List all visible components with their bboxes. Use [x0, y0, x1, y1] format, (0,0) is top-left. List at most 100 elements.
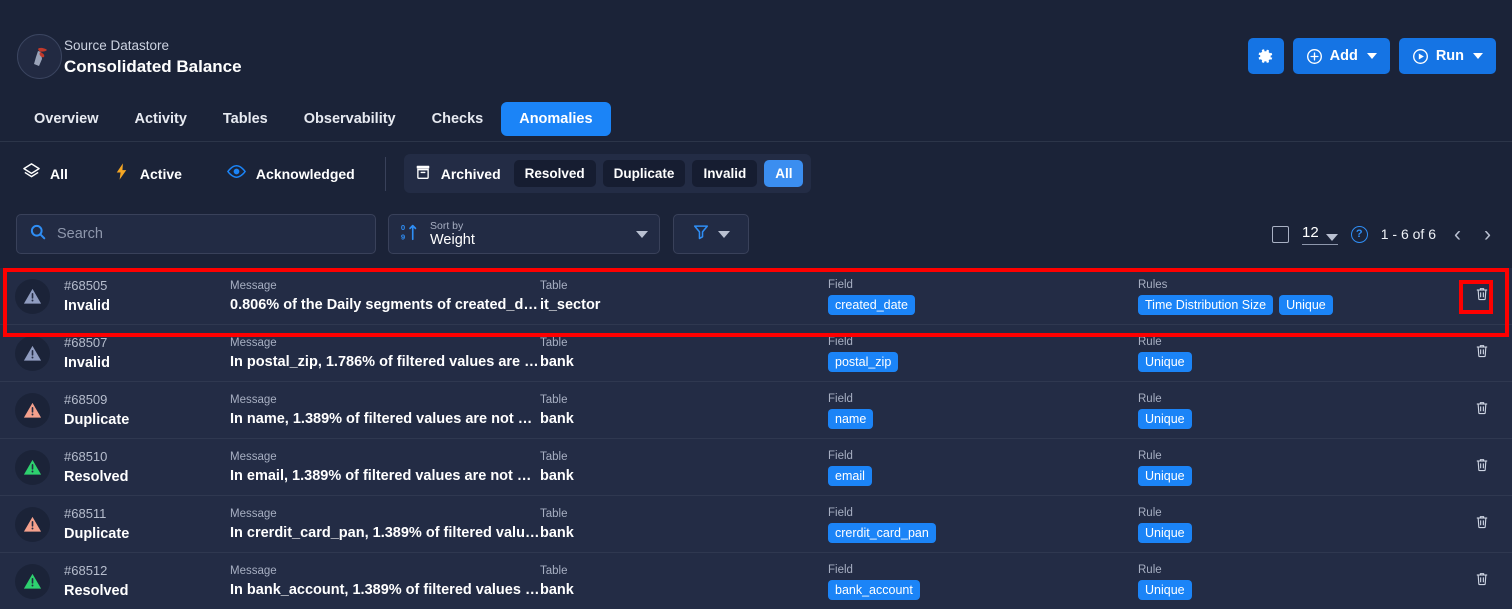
row-status-icon-cell [0, 449, 64, 485]
trash-icon[interactable] [1474, 343, 1490, 364]
message-header: Message [230, 507, 277, 520]
run-button-label: Run [1435, 48, 1464, 64]
rule-pill[interactable]: Unique [1138, 465, 1192, 486]
search-box[interactable] [16, 214, 376, 254]
chip-duplicate[interactable]: Duplicate [602, 160, 686, 187]
row-message-cell: Message In email, 1.389% of filtered val… [230, 450, 540, 485]
chevron-down-icon [1325, 233, 1338, 241]
rule-pill[interactable]: Unique [1279, 294, 1333, 315]
row-rules-cell: Rule Unique [1138, 449, 1452, 486]
status-badge [14, 392, 50, 428]
filter-funnel-button[interactable] [673, 214, 749, 254]
chip-all[interactable]: All [764, 160, 804, 187]
field-pill[interactable]: name [828, 408, 874, 429]
field-pill[interactable]: created_date [828, 294, 915, 315]
message-header: Message [230, 564, 277, 577]
run-button[interactable]: Run [1398, 38, 1496, 74]
page-title: Consolidated Balance [64, 57, 242, 76]
rules-header: Rule [1138, 335, 1162, 348]
rule-pill[interactable]: Unique [1138, 408, 1192, 429]
settings-button[interactable] [1247, 38, 1284, 74]
rule-pills: Unique [1138, 465, 1452, 486]
select-all-checkbox[interactable] [1272, 225, 1290, 243]
rule-pill[interactable]: Unique [1138, 351, 1192, 372]
status-badge [14, 506, 50, 542]
chip-invalid[interactable]: Invalid [692, 160, 758, 187]
row-rules-cell: Rule Unique [1138, 563, 1452, 600]
tab-observability[interactable]: Observability [286, 102, 414, 136]
sort-by-label: Sort by [430, 219, 464, 232]
lightning-bolt-icon [112, 162, 131, 186]
row-field-cell: Field created_date [828, 278, 1138, 315]
table-row[interactable]: #68509 Duplicate Message In name, 1.389%… [0, 382, 1512, 439]
pagination: 12 ? 1 - 6 of 6 ‹ › [1272, 214, 1496, 254]
next-page-button[interactable]: › [1479, 224, 1496, 245]
row-table-cell: Table bank [540, 507, 828, 542]
chip-resolved[interactable]: Resolved [513, 160, 596, 187]
row-message-cell: Message In postal_zip, 1.786% of filtere… [230, 336, 540, 371]
chevron-down-icon [1366, 53, 1377, 59]
datastore-kicker: Source Datastore [64, 38, 170, 53]
row-rules-cell: Rule Unique [1138, 335, 1452, 372]
field-header: Field [828, 392, 853, 405]
trash-icon[interactable] [1474, 457, 1490, 478]
rules-header: Rule [1138, 563, 1162, 576]
table-row[interactable]: #68510 Resolved Message In email, 1.389%… [0, 439, 1512, 496]
tab-overview[interactable]: Overview [16, 102, 117, 136]
sort-by-select[interactable]: 0 9 Sort by Weight [388, 214, 660, 254]
filter-active[interactable]: Active [90, 162, 204, 186]
table-row[interactable]: #68512 Resolved Message In bank_account,… [0, 553, 1512, 609]
tab-tables[interactable]: Tables [205, 102, 286, 136]
filter-divider [384, 156, 386, 191]
anomaly-id: #68505 [64, 277, 108, 293]
search-toolbar: 0 9 Sort by Weight 12 ? [0, 208, 1512, 264]
status-badge [14, 449, 50, 485]
trash-icon[interactable] [1474, 571, 1490, 592]
field-pill[interactable]: postal_zip [828, 351, 899, 372]
filter-all-label: All [50, 165, 68, 182]
field-pill[interactable]: crerdit_card_pan [828, 522, 936, 543]
prev-page-button[interactable]: ‹ [1449, 224, 1466, 245]
table-value: it_sector [540, 296, 601, 313]
tab-checks[interactable]: Checks [414, 102, 502, 136]
field-pills: created_date [828, 294, 1138, 315]
trash-icon[interactable] [1474, 514, 1490, 535]
play-circle-icon [1412, 48, 1429, 65]
field-pills: postal_zip [828, 351, 1138, 372]
message-header: Message [230, 279, 277, 292]
archived-label-group[interactable]: Archived [412, 163, 507, 184]
page-size-select[interactable]: 12 [1302, 224, 1338, 245]
help-icon[interactable]: ? [1350, 225, 1368, 243]
table-row[interactable]: #68507 Invalid Message In postal_zip, 1.… [0, 325, 1512, 382]
warning-triangle-icon [23, 516, 41, 532]
trash-icon[interactable] [1474, 400, 1490, 421]
row-id-cell: #68512 Resolved [64, 563, 230, 600]
table-row[interactable]: #68511 Duplicate Message In crerdit_card… [0, 496, 1512, 553]
archived-label: Archived [440, 165, 501, 182]
tab-anomalies[interactable]: Anomalies [501, 101, 611, 136]
table-row[interactable]: #68505 Invalid Message 0.806% of the Dai… [0, 268, 1512, 325]
search-input[interactable] [57, 226, 363, 242]
warning-triangle-icon [23, 288, 41, 304]
rule-pills: Unique [1138, 522, 1452, 543]
row-delete-cell [1452, 514, 1512, 535]
trash-icon[interactable] [1474, 286, 1490, 307]
funnel-icon [692, 223, 710, 246]
search-icon [29, 223, 47, 246]
field-pills: bank_account [828, 579, 1138, 600]
filter-acknowledged[interactable]: Acknowledged [204, 161, 377, 187]
rule-pill[interactable]: Unique [1138, 522, 1192, 543]
message-value: In postal_zip, 1.786% of filtered values… [230, 353, 540, 370]
rule-pills: Time Distribution Size Unique [1138, 294, 1452, 315]
tab-activity[interactable]: Activity [117, 102, 205, 136]
row-rules-cell: Rules Time Distribution Size Unique [1138, 278, 1452, 315]
field-pill[interactable]: email [828, 465, 872, 486]
row-table-cell: Table it_sector [540, 279, 828, 314]
field-pill[interactable]: bank_account [828, 579, 920, 600]
archived-filter-group: Archived Resolved Duplicate Invalid All [403, 154, 812, 193]
filter-all[interactable]: All [0, 162, 90, 186]
rule-pill[interactable]: Unique [1138, 579, 1192, 600]
table-header: Table [540, 507, 568, 520]
add-button[interactable]: Add [1292, 38, 1390, 74]
rule-pill[interactable]: Time Distribution Size [1138, 294, 1274, 315]
